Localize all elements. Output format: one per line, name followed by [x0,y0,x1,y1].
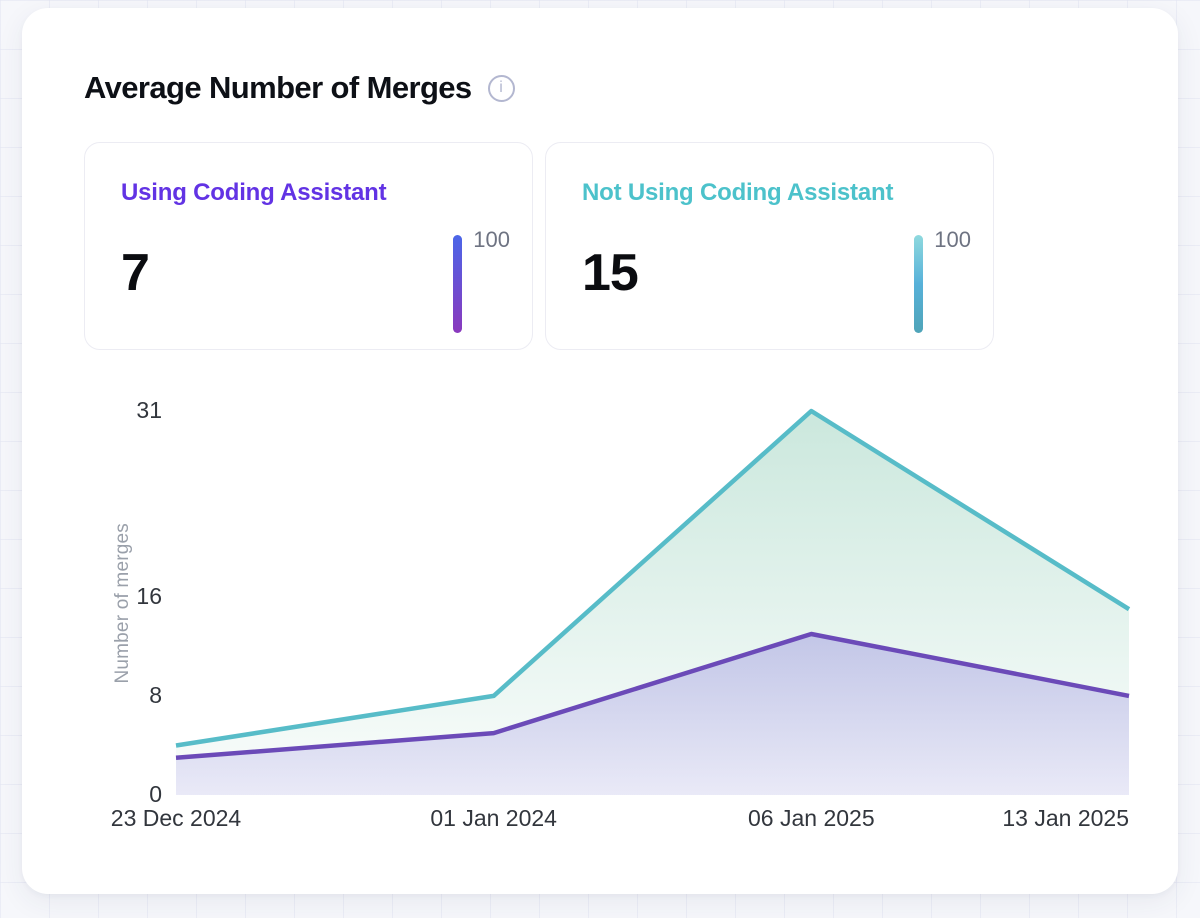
stat-scale-visual: 100 [453,227,510,333]
stat-label: Using Coding Assistant [121,179,386,207]
gradient-bar-icon [914,235,923,333]
x-tick-label: 23 Dec 2024 [111,805,241,832]
chart-plot-area[interactable] [176,411,1129,795]
x-tick-label: 06 Jan 2025 [748,805,875,832]
x-tick-label: 13 Jan 2025 [1002,805,1129,832]
y-tick-label: 31 [22,397,162,424]
stat-scale-label: 100 [473,227,510,253]
merges-panel: Average Number of Merges i Using Coding … [22,8,1178,894]
y-tick-label: 16 [22,583,162,610]
area-chart[interactable] [176,411,1129,795]
x-axis-tick-labels: 23 Dec 202401 Jan 202406 Jan 202513 Jan … [176,805,1129,837]
stat-value: 15 [582,243,638,303]
x-tick-label: 01 Jan 2024 [430,805,557,832]
panel-header: Average Number of Merges i [84,70,515,106]
stat-label: Not Using Coding Assistant [582,179,893,207]
stat-scale-visual: 100 [914,227,971,333]
stat-card-using-assistant: Using Coding Assistant 7 100 [84,142,533,350]
info-circle-icon[interactable]: i [488,75,515,102]
stat-card-not-using-assistant: Not Using Coding Assistant 15 100 [545,142,994,350]
y-tick-label: 8 [22,682,162,709]
page-title: Average Number of Merges [84,70,472,106]
stat-cards-row: Using Coding Assistant 7 100 Not Using C… [84,142,994,350]
stat-value: 7 [121,243,149,303]
y-tick-label: 0 [22,781,162,808]
y-axis-title: Number of merges [112,411,134,795]
stat-scale-label: 100 [934,227,971,253]
gradient-bar-icon [453,235,462,333]
y-axis-tick-labels: 081631 [22,411,162,795]
y-axis-title-text: Number of merges [112,523,134,684]
